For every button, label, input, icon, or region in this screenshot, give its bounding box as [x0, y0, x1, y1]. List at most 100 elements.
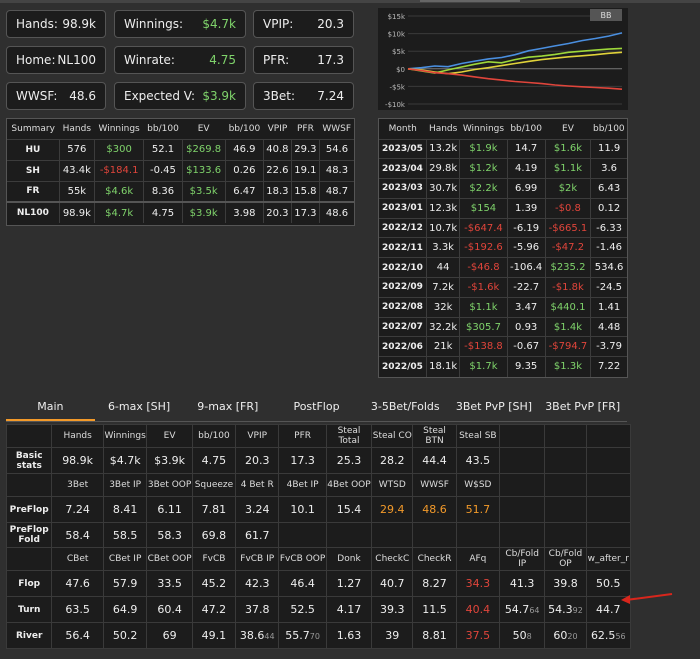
summary-cell: 15.8: [290, 180, 320, 202]
tab-main[interactable]: Main: [6, 393, 95, 421]
summary-header-cell: Winnings: [98, 123, 140, 134]
monthly-cell: 6.43: [590, 178, 627, 199]
main-value: 8.27: [422, 577, 447, 590]
monthly-cell: -$192.6: [459, 237, 508, 258]
monthly-cell: -1.46: [590, 237, 627, 258]
summary-cell: 48.6: [318, 201, 354, 223]
main-value-cell: $4.7k: [102, 447, 148, 474]
tab-3-5bet-folds[interactable]: 3-5Bet/Folds: [361, 393, 450, 421]
main-empty-cell: [544, 424, 587, 448]
main-value: 4.17: [336, 603, 362, 616]
monthly-cell: -$665.1: [544, 217, 591, 238]
stat-box: Winrate: 4.75: [114, 46, 246, 74]
main-value: 54.7: [504, 603, 530, 616]
main-empty-cell: [498, 424, 546, 448]
summary-table: Summary Hands Winnings bb/100 EV bb/100 VPIP PF…: [7, 119, 354, 223]
main-value: 41.3: [509, 577, 535, 590]
tab-postflop[interactable]: PostFlop: [272, 393, 361, 421]
main-row: Turn 63.5 64.9 60.4 47.2 37.8 52.5 4.17 39.3 11.5…: [5, 596, 632, 623]
main-value: 50: [512, 629, 527, 642]
main-header-cell: FvCB OOP: [278, 547, 327, 571]
main-value-cell: 57.9: [102, 570, 148, 597]
main-value: 44.7: [596, 603, 621, 616]
main-empty-cell: [5, 547, 53, 571]
main-header-cell: WWSF: [412, 473, 457, 497]
monthly-cell: $1.3k: [544, 356, 591, 377]
tab-3bet-pvp-sh[interactable]: 3Bet PvP [SH]: [450, 393, 539, 421]
monthly-cell: $1.1k: [459, 296, 508, 318]
monthly-cell: -$138.8: [459, 336, 508, 357]
main-value: 98.9k: [62, 454, 94, 467]
main-value: 1.63: [336, 629, 362, 642]
main-value: 29.4: [380, 503, 405, 516]
main-empty-cell: [585, 424, 632, 448]
summary-cell: 22.6: [262, 159, 292, 181]
main-header-cell: CheckR: [412, 547, 457, 571]
summary-cell: 4.75: [143, 201, 183, 223]
summary-cell: 17.3: [290, 201, 320, 223]
main-value-cell: 47.2: [191, 596, 237, 623]
tab-9-max-fr[interactable]: 9-max [FR]: [183, 393, 272, 421]
monthly-cell: 2022/11: [379, 237, 427, 258]
main-value-cell: 54.764: [498, 596, 546, 623]
main-value-cell: 28.2: [371, 447, 414, 474]
main-value-cell: 4.17: [325, 596, 373, 623]
main-header-cell: Steal CO: [371, 424, 414, 448]
monthly-cell: 32.2k: [425, 316, 460, 337]
stat-value: $3.9k: [202, 89, 236, 103]
main-value-cell: 7.24: [51, 496, 104, 523]
main-empty-cell: [585, 496, 632, 523]
monthly-cell: 4.19: [506, 158, 546, 179]
main-value-cell: 11.5: [412, 596, 457, 623]
main-value: 50.2: [112, 629, 138, 642]
main-value: 61.7: [244, 528, 270, 542]
monthly-cell: 2022/08: [379, 296, 427, 318]
monthly-cell: $1.4k: [544, 316, 591, 337]
main-empty-cell: [498, 473, 546, 497]
winnings-chart-svg: $15k $10k $5k $0 -$5k -$10k BB: [385, 9, 623, 109]
monthly-cell: -$1.8k: [544, 277, 591, 298]
monthly-cell: -$0.8: [544, 197, 591, 219]
monthly-cell: 2022/06: [379, 336, 427, 357]
main-header-cell: 4Bet IP: [278, 473, 327, 497]
monthly-header-cell: EV: [562, 123, 574, 134]
main-header-cell: VPIP: [235, 424, 280, 448]
main-value: 1.27: [336, 577, 362, 590]
tab-6-max-sh[interactable]: 6-max [SH]: [95, 393, 184, 421]
main-value: 33.5: [157, 577, 182, 590]
monthly-cell: -6.33: [590, 217, 627, 238]
stat-box: WWSF: 48.6: [6, 82, 106, 110]
monthly-row: 2022/10 44 -$46.8 -106.4 $235.2 534.6: [379, 257, 627, 278]
main-header-cell: 3Bet OOP: [146, 473, 193, 497]
main-value-cell: 37.5: [455, 622, 500, 649]
stat-value: 48.6: [69, 89, 96, 103]
main-value-cell: 20.3: [235, 447, 280, 474]
monthly-cell: 18.1k: [425, 356, 460, 377]
main-value-cell: 69: [146, 622, 193, 649]
summary-row: HU 576 $300 52.1 $269.8 46.9 40.8 29.3 54.6: [7, 138, 354, 160]
stat-label: Hands:: [16, 17, 58, 31]
stat-value: 98.9k: [62, 17, 96, 31]
main-value-cell: 508: [498, 622, 546, 649]
main-value: 57.9: [112, 577, 138, 590]
summary-cell: 46.9: [224, 138, 264, 160]
summary-cell: FR: [7, 180, 60, 202]
main-row-label: PreFlop: [5, 496, 53, 523]
main-row: CBet CBet IP CBet OOP FvCB FvCB IP FvCB OOP Do…: [5, 547, 632, 571]
stat-value: 7.24: [317, 89, 344, 103]
monthly-header-cell: Winnings: [462, 123, 505, 134]
monthly-cell: $1.7k: [459, 356, 508, 377]
summary-cell: $133.6: [181, 159, 226, 181]
main-value-cell: 40.7: [371, 570, 414, 597]
main-row: River 56.4 50.2 69 49.1 38.644 55.770 1.63 39 8.8…: [5, 622, 632, 649]
tab-3bet-pvp-fr[interactable]: 3Bet PvP [FR]: [538, 393, 627, 421]
main-empty-cell: [585, 473, 632, 497]
main-value: 4.75: [201, 454, 227, 467]
summary-cell: 576: [58, 138, 95, 160]
monthly-row: 2022/09 7.2k -$1.6k -22.7 -$1.8k -24.5: [379, 277, 627, 298]
main-value-cell: 15.4: [325, 496, 373, 523]
main-value-cell: 49.1: [191, 622, 237, 649]
main-value: 28.2: [380, 454, 405, 467]
stat-box: Winnings: $4.7k: [114, 10, 246, 38]
chart-badge[interactable]: BB: [601, 11, 612, 20]
